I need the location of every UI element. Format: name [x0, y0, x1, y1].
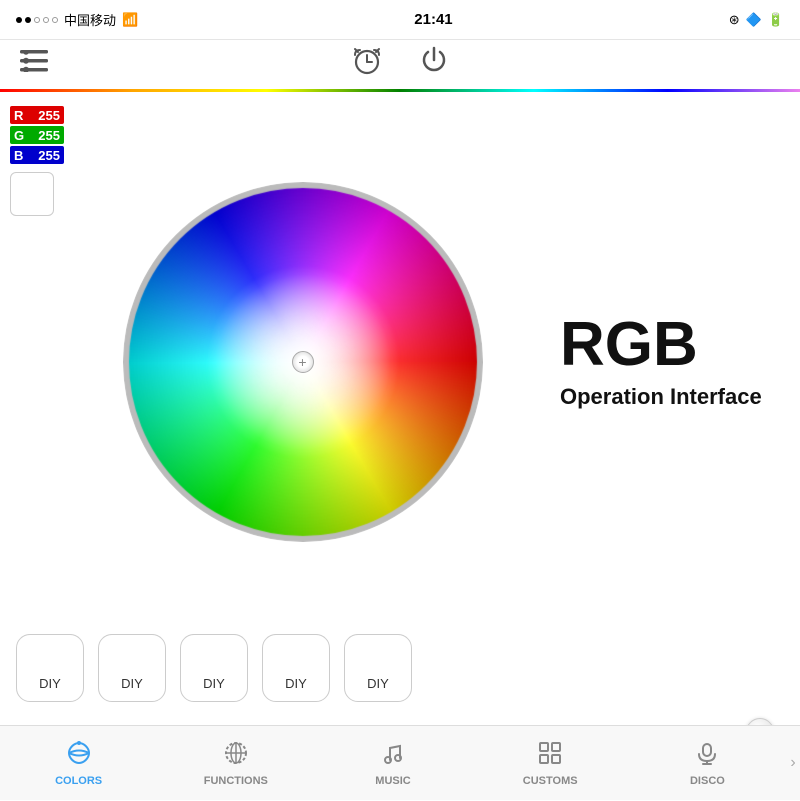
alarm-icon[interactable] [351, 45, 383, 84]
diy-button-3[interactable]: DIY [180, 634, 248, 702]
diy-button-1[interactable]: DIY [16, 634, 84, 702]
tab-more-arrow[interactable]: › [786, 726, 800, 801]
diy-button-5[interactable]: DIY [344, 634, 412, 702]
color-wheel-area[interactable]: + [75, 102, 530, 622]
nav-bar [0, 40, 800, 92]
status-left: 中国移动 📶 [16, 10, 138, 29]
diy-label-5: DIY [367, 676, 389, 691]
diy-label-2: DIY [121, 676, 143, 691]
tab-colors-label: COLORS [55, 775, 102, 787]
rgb-title: RGB [560, 314, 698, 376]
diy-label-4: DIY [285, 676, 307, 691]
tab-customs[interactable]: CUSTOMS [472, 726, 629, 800]
tab-music[interactable]: MUSIC [314, 726, 471, 800]
tab-disco-label: DISCO [690, 775, 725, 787]
clock-status-icon: ⊛ [729, 12, 740, 28]
tab-customs-label: CUSTOMS [523, 775, 578, 787]
diy-label-3: DIY [203, 676, 225, 691]
battery-icon: 🔋 [768, 12, 784, 28]
diy-label-1: DIY [39, 676, 61, 691]
tab-colors[interactable]: COLORS [0, 726, 157, 800]
color-swatch [10, 172, 54, 216]
signal-dot-4 [43, 17, 49, 23]
diy-section: DIY DIY DIY DIY DIY [0, 622, 800, 710]
rgb-subtitle: Operation Interface [560, 384, 762, 410]
tab-functions[interactable]: FUNCTIONS [157, 726, 314, 800]
customs-icon [537, 740, 563, 772]
nav-center-icons [351, 45, 449, 84]
signal-dot-1 [16, 17, 22, 23]
g-label: G 255 [10, 126, 64, 144]
menu-icon[interactable] [20, 50, 48, 79]
diy-button-2[interactable]: DIY [98, 634, 166, 702]
wheel-center-dot[interactable]: + [292, 351, 314, 373]
signal-dot-2 [25, 17, 31, 23]
music-icon [380, 740, 406, 772]
r-label: R 255 [10, 106, 64, 124]
tab-bar: COLORS FUNCTIONS MUSIC [0, 725, 800, 800]
b-label: B 255 [10, 146, 64, 164]
color-wheel-container[interactable]: + [123, 182, 483, 542]
carrier-label: 中国移动 [64, 10, 116, 29]
signal-dots [16, 17, 58, 23]
diy-button-4[interactable]: DIY [262, 634, 330, 702]
functions-icon [223, 740, 249, 772]
main-content: R 255 G 255 B 255 + RGB Operation Interf… [0, 92, 800, 622]
left-panel: R 255 G 255 B 255 [10, 102, 75, 622]
disco-icon [694, 740, 720, 772]
colors-icon [66, 740, 92, 772]
status-bar: 中国移动 📶 21:41 ⊛ 🔷 🔋 [0, 0, 800, 40]
right-panel: RGB Operation Interface [530, 102, 790, 622]
status-right: ⊛ 🔷 🔋 [729, 12, 784, 28]
tab-disco[interactable]: DISCO [629, 726, 786, 800]
signal-dot-3 [34, 17, 40, 23]
power-icon[interactable] [419, 45, 449, 84]
tab-music-label: MUSIC [375, 775, 410, 787]
status-time: 21:41 [414, 11, 452, 28]
bluetooth-icon: 🔷 [746, 12, 762, 28]
signal-dot-5 [52, 17, 58, 23]
tab-functions-label: FUNCTIONS [204, 775, 268, 787]
wifi-icon: 📶 [122, 12, 138, 28]
